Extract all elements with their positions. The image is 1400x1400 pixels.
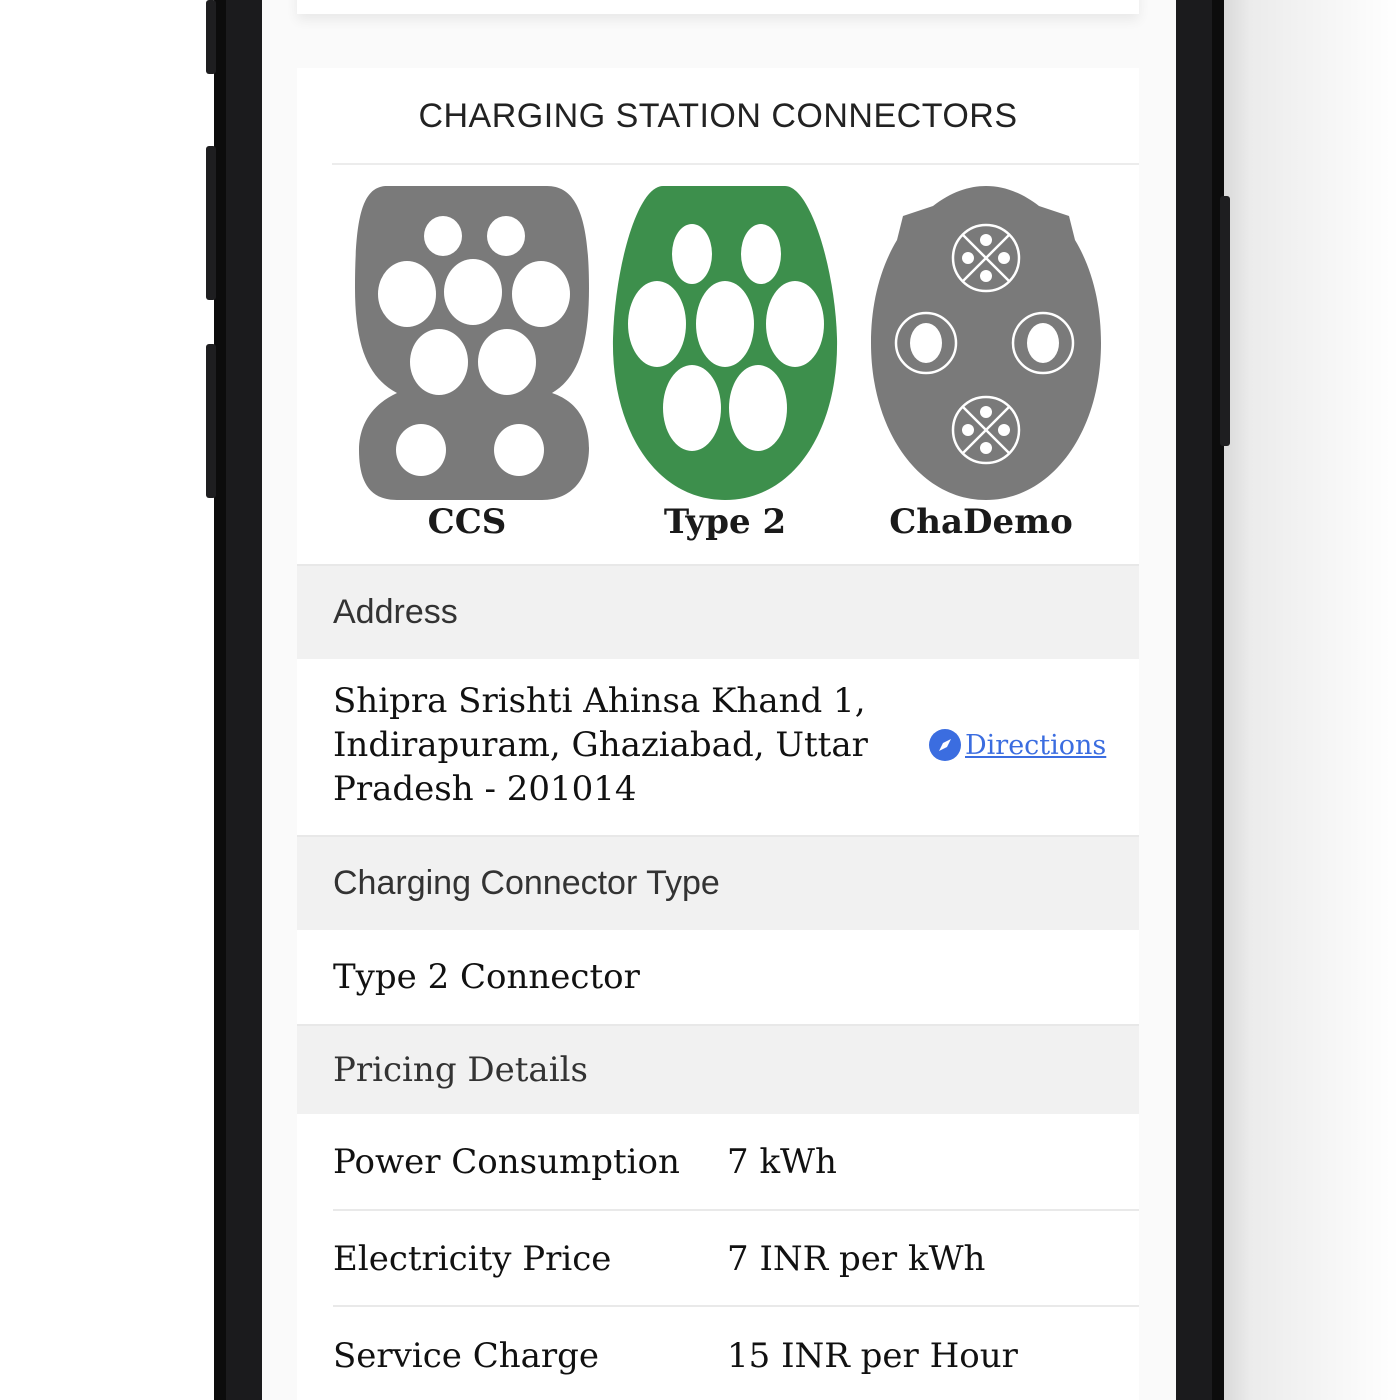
silent-switch — [206, 0, 216, 74]
connector-label-chademo: ChaDemo — [889, 502, 1073, 542]
connector-type-value: Type 2 Connector — [333, 957, 640, 997]
connector-chademo[interactable]: ChaDemo — [851, 178, 1111, 564]
address-line: Shipra Srishti Ahinsa Khand 1, — [333, 681, 866, 721]
connector-label-ccs: CCS — [427, 502, 507, 542]
pricing-value: 7 INR per kWh — [727, 1239, 986, 1279]
pricing-label: Power Consumption — [333, 1142, 680, 1182]
volume-down-button — [206, 344, 216, 498]
card-title: CHARGING STATION CONNECTORS — [418, 96, 1018, 135]
pricing-row: Service Charge 15 INR per Hour — [297, 1308, 1139, 1400]
connector-type-heading: Charging Connector Type — [297, 835, 1139, 930]
chademo-connector-icon — [871, 186, 1101, 500]
power-button — [1220, 196, 1230, 446]
ccs-connector-icon — [355, 186, 589, 500]
type2-connector-icon — [612, 186, 838, 500]
phone-screen: CHARGING STATION CONNECTORS CCS Type 2 C… — [262, 0, 1176, 1400]
compass-icon — [929, 729, 961, 761]
title-divider — [332, 163, 1139, 165]
address-heading: Address — [297, 564, 1139, 659]
connector-gallery: CCS Type 2 ChaDemo — [297, 178, 1139, 564]
connector-type-row: Type 2 Connector — [297, 930, 1139, 1024]
address-line: Pradesh - 201014 — [333, 769, 637, 809]
pricing-row: Power Consumption 7 kWh — [297, 1114, 1139, 1210]
address-text: Shipra Srishti Ahinsa Khand 1, Indirapur… — [333, 679, 893, 811]
pricing-value: 15 INR per Hour — [727, 1336, 1018, 1376]
volume-up-button — [206, 146, 216, 300]
pricing-label: Service Charge — [333, 1336, 600, 1376]
connector-ccs[interactable]: CCS — [337, 178, 597, 564]
directions-label: Directions — [965, 729, 1107, 761]
directions-link[interactable]: Directions — [929, 729, 1106, 761]
row-divider — [333, 1305, 1139, 1307]
pricing-heading: Pricing Details — [297, 1024, 1139, 1114]
connectors-card: CHARGING STATION CONNECTORS CCS Type 2 C… — [297, 68, 1139, 1400]
address-line: Indirapuram, Ghaziabad, Uttar — [333, 725, 868, 765]
pricing-row: Electricity Price 7 INR per kWh — [297, 1211, 1139, 1307]
pricing-label: Electricity Price — [333, 1239, 612, 1279]
pricing-value: 7 kWh — [727, 1142, 837, 1182]
connector-type2[interactable]: Type 2 — [595, 178, 855, 564]
address-row: Shipra Srishti Ahinsa Khand 1, Indirapur… — [297, 659, 1139, 835]
connector-label-type2: Type 2 — [663, 502, 787, 542]
previous-card — [297, 0, 1139, 14]
